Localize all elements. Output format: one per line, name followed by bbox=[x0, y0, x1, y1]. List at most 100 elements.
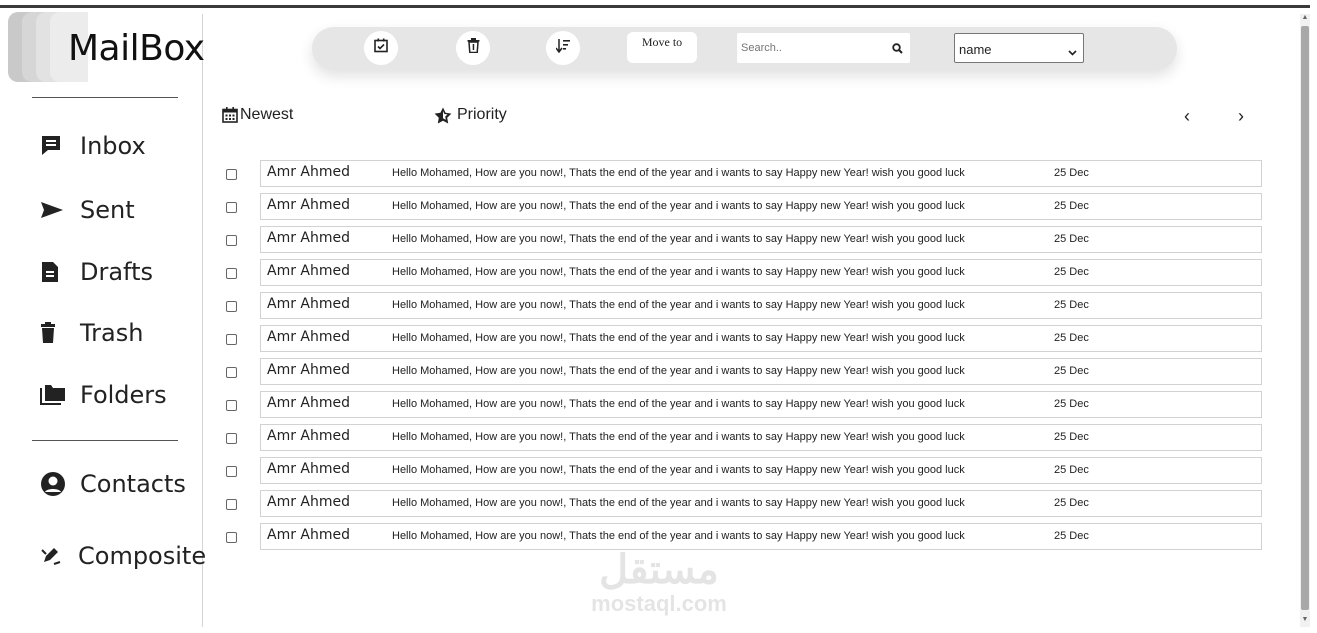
scroll-up-arrow-icon[interactable]: ▲ bbox=[1300, 14, 1310, 24]
paper-plane-icon bbox=[40, 197, 80, 223]
email-checkbox[interactable] bbox=[226, 334, 237, 345]
email-sender: Amr Ahmed bbox=[267, 263, 351, 279]
search-box bbox=[737, 33, 910, 63]
previous-page-button[interactable]: ‹ bbox=[1184, 106, 1190, 127]
watermark-arabic: مستقل bbox=[599, 548, 719, 592]
sidebar-item-label: Sent bbox=[80, 196, 135, 224]
sort-priority-label: Priority bbox=[457, 106, 507, 123]
email-sender: Amr Ahmed bbox=[267, 164, 351, 180]
email-item[interactable]: Amr Ahmed Hello Mohamed, How are you now… bbox=[260, 325, 1262, 352]
sidebar-item-label: Composite bbox=[78, 542, 207, 570]
sidebar-divider bbox=[32, 97, 178, 98]
watermark-latin: mostaql.com bbox=[591, 591, 727, 616]
chevron-down-icon bbox=[1068, 44, 1077, 59]
sidebar-item-sent[interactable]: Sent bbox=[40, 196, 135, 224]
email-checkbox[interactable] bbox=[226, 400, 237, 411]
calendar-icon bbox=[222, 107, 238, 123]
email-message: Hello Mohamed, How are you now!, Thats t… bbox=[392, 398, 965, 410]
sidebar-item-contacts[interactable]: Contacts bbox=[40, 470, 186, 498]
email-item[interactable]: Amr Ahmed Hello Mohamed, How are you now… bbox=[260, 424, 1262, 451]
email-item[interactable]: Amr Ahmed Hello Mohamed, How are you now… bbox=[260, 259, 1262, 286]
sort-button[interactable] bbox=[546, 31, 580, 65]
email-checkbox[interactable] bbox=[226, 433, 237, 444]
email-checkbox[interactable] bbox=[226, 499, 237, 510]
search-input[interactable] bbox=[737, 42, 875, 54]
scroll-down-arrow-icon[interactable]: ▼ bbox=[1300, 616, 1310, 626]
email-row: Amr Ahmed Hello Mohamed, How are you now… bbox=[222, 193, 1262, 226]
email-date: 25 Dec bbox=[1054, 398, 1089, 410]
move-to-button[interactable]: Move to bbox=[627, 32, 697, 63]
email-checkbox[interactable] bbox=[226, 268, 237, 279]
email-sender: Amr Ahmed bbox=[267, 329, 351, 345]
email-checkbox[interactable] bbox=[226, 466, 237, 477]
email-row: Amr Ahmed Hello Mohamed, How are you now… bbox=[222, 292, 1262, 325]
email-item[interactable]: Amr Ahmed Hello Mohamed, How are you now… bbox=[260, 193, 1262, 220]
email-row: Amr Ahmed Hello Mohamed, How are you now… bbox=[222, 259, 1262, 292]
email-date: 25 Dec bbox=[1054, 332, 1089, 344]
email-item[interactable]: Amr Ahmed Hello Mohamed, How are you now… bbox=[260, 160, 1262, 187]
sidebar-item-drafts[interactable]: Drafts bbox=[40, 258, 153, 286]
email-date: 25 Dec bbox=[1054, 464, 1089, 476]
email-item[interactable]: Amr Ahmed Hello Mohamed, How are you now… bbox=[260, 457, 1262, 484]
email-message: Hello Mohamed, How are you now!, Thats t… bbox=[392, 464, 965, 476]
email-item[interactable]: Amr Ahmed Hello Mohamed, How are you now… bbox=[260, 358, 1262, 385]
email-message: Hello Mohamed, How are you now!, Thats t… bbox=[392, 497, 965, 509]
sort-newest-label: Newest bbox=[240, 106, 294, 123]
email-item[interactable]: Amr Ahmed Hello Mohamed, How are you now… bbox=[260, 391, 1262, 418]
email-message: Hello Mohamed, How are you now!, Thats t… bbox=[392, 365, 965, 377]
sort-priority-button[interactable]: Priority bbox=[434, 106, 507, 124]
email-message: Hello Mohamed, How are you now!, Thats t… bbox=[392, 530, 965, 542]
sort-field-value: name bbox=[959, 42, 992, 57]
email-item[interactable]: Amr Ahmed Hello Mohamed, How are you now… bbox=[260, 226, 1262, 253]
trash-icon bbox=[40, 320, 80, 346]
sort-field-select[interactable]: name bbox=[954, 33, 1084, 63]
sort-icon bbox=[555, 38, 570, 58]
sidebar-item-inbox[interactable]: Inbox bbox=[40, 132, 146, 160]
email-item[interactable]: Amr Ahmed Hello Mohamed, How are you now… bbox=[260, 292, 1262, 319]
email-date: 25 Dec bbox=[1054, 530, 1089, 542]
delete-button[interactable] bbox=[456, 31, 490, 65]
email-row: Amr Ahmed Hello Mohamed, How are you now… bbox=[222, 391, 1262, 424]
email-date: 25 Dec bbox=[1054, 431, 1089, 443]
email-date: 25 Dec bbox=[1054, 299, 1089, 311]
sidebar-divider bbox=[32, 440, 178, 441]
email-row: Amr Ahmed Hello Mohamed, How are you now… bbox=[222, 160, 1262, 193]
email-date: 25 Dec bbox=[1054, 233, 1089, 245]
email-checkbox[interactable] bbox=[226, 169, 237, 180]
email-date: 25 Dec bbox=[1054, 167, 1089, 179]
email-sender: Amr Ahmed bbox=[267, 494, 351, 510]
email-row: Amr Ahmed Hello Mohamed, How are you now… bbox=[222, 424, 1262, 457]
sidebar-item-folders[interactable]: Folders bbox=[40, 381, 167, 409]
next-page-button[interactable]: › bbox=[1238, 106, 1244, 127]
email-row: Amr Ahmed Hello Mohamed, How are you now… bbox=[222, 226, 1262, 259]
select-all-button[interactable] bbox=[364, 31, 398, 65]
email-message: Hello Mohamed, How are you now!, Thats t… bbox=[392, 233, 965, 245]
email-message: Hello Mohamed, How are you now!, Thats t… bbox=[392, 299, 965, 311]
email-item[interactable]: Amr Ahmed Hello Mohamed, How are you now… bbox=[260, 490, 1262, 517]
sidebar-border bbox=[202, 14, 203, 627]
email-checkbox[interactable] bbox=[226, 532, 237, 543]
scrollbar-thumb[interactable] bbox=[1301, 26, 1309, 610]
sidebar-item-composite[interactable]: Composite bbox=[40, 542, 206, 570]
email-checkbox[interactable] bbox=[226, 301, 237, 312]
email-message: Hello Mohamed, How are you now!, Thats t… bbox=[392, 200, 965, 212]
email-list: Amr Ahmed Hello Mohamed, How are you now… bbox=[222, 160, 1262, 556]
email-checkbox[interactable] bbox=[226, 202, 237, 213]
email-checkbox[interactable] bbox=[226, 367, 237, 378]
email-item[interactable]: Amr Ahmed Hello Mohamed, How are you now… bbox=[260, 523, 1262, 550]
email-sender: Amr Ahmed bbox=[267, 395, 351, 411]
folder-icon bbox=[40, 382, 80, 408]
email-checkbox[interactable] bbox=[226, 235, 237, 246]
email-row: Amr Ahmed Hello Mohamed, How are you now… bbox=[222, 325, 1262, 358]
email-row: Amr Ahmed Hello Mohamed, How are you now… bbox=[222, 490, 1262, 523]
sidebar-item-trash[interactable]: Trash bbox=[40, 319, 143, 347]
inbox-icon bbox=[40, 133, 80, 159]
email-sender: Amr Ahmed bbox=[267, 527, 351, 543]
sidebar-item-label: Drafts bbox=[80, 258, 153, 286]
email-date: 25 Dec bbox=[1054, 266, 1089, 278]
watermark: مستقل mostaql.com bbox=[574, 548, 744, 620]
email-message: Hello Mohamed, How are you now!, Thats t… bbox=[392, 167, 965, 179]
email-message: Hello Mohamed, How are you now!, Thats t… bbox=[392, 332, 965, 344]
sort-newest-button[interactable]: Newest bbox=[222, 106, 293, 124]
magnifier-icon[interactable] bbox=[888, 39, 906, 57]
